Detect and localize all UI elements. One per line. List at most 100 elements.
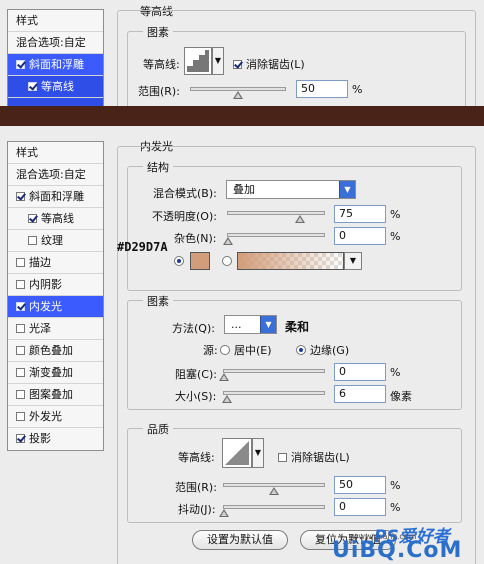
opacity-label: 不透明度(O): [152,210,217,223]
checkbox-icon[interactable] [16,280,25,289]
noise-unit: % [390,230,401,243]
slider-thumb[interactable] [295,215,305,223]
checkbox-icon[interactable] [16,192,25,201]
source-center-radio[interactable]: 居中(E) [220,342,272,358]
style-item-bevel-emboss[interactable]: 斜面和浮雕 [8,186,103,208]
style-item-contour[interactable]: 等高线 [8,76,103,98]
noise-slider[interactable] [223,233,325,245]
styles-header[interactable]: 样式 [8,10,103,32]
opacity-input[interactable]: 75 [334,205,386,223]
checkbox-icon[interactable] [16,412,25,421]
choke-input[interactable]: 0 [334,363,386,381]
styles-list: 样式 混合选项:自定 斜面和浮雕 等高线 [7,9,104,106]
checkbox-icon[interactable] [16,368,25,377]
glow-gradient-swatch[interactable] [237,252,344,270]
gradient-radio[interactable] [222,255,236,268]
technique-select[interactable]: ... ▼ [224,315,277,334]
style-item-outer-glow[interactable]: 外发光 [8,406,103,428]
size-label: 大小(S): [175,390,217,403]
blending-options-item[interactable]: 混合选项:自定 [8,32,103,54]
size-unit: 像素 [390,390,412,403]
style-item-inner-glow[interactable]: 内发光 [8,296,103,318]
contour-dropdown-button[interactable]: ▼ [252,438,264,468]
blend-mode-label: 混合模式(B): [153,187,217,200]
checkbox-icon[interactable] [233,60,242,69]
checkbox-icon[interactable] [28,82,37,91]
slider-thumb[interactable] [269,487,279,495]
jitter-slider[interactable] [219,505,325,517]
radio-icon[interactable] [222,256,232,266]
blend-mode-select[interactable]: 叠加 ▼ [226,180,356,199]
style-item-satin[interactable]: 光泽 [8,318,103,340]
opacity-slider[interactable] [227,211,325,223]
checkbox-icon[interactable] [278,453,287,462]
watermark-site: www.psahz.com [352,532,417,541]
group-title: 图素 [143,24,173,40]
styles-list: 样式 混合选项:自定 斜面和浮雕 等高线 纹理 描边 内阴影 内发光 光泽 颜色… [7,141,104,451]
slider-thumb[interactable] [223,237,233,245]
choke-slider[interactable] [219,369,325,381]
jitter-unit: % [390,501,401,514]
glow-color-swatch[interactable] [190,252,210,270]
color-annotation: #D29D7A [117,240,168,254]
checkbox-icon[interactable] [16,346,25,355]
blending-options-item[interactable]: 混合选项:自定 [8,164,103,186]
jitter-input[interactable]: 0 [334,498,386,516]
range-unit: % [352,83,363,96]
elements-title: 图素 [143,293,173,309]
range-slider[interactable] [190,87,286,99]
contour-preview[interactable] [184,47,212,75]
top-layer-style-panel: 样式 混合选项:自定 斜面和浮雕 等高线 等高线 图素 等高线: ▼ 消除锯齿(… [0,0,484,106]
color-radio[interactable] [174,255,188,268]
choke-label: 阻塞(C): [175,368,217,381]
slider-thumb[interactable] [219,373,229,381]
style-item-pattern-overlay[interactable]: 图案叠加 [8,384,103,406]
source-edge-radio[interactable]: 边缘(G) [296,342,349,358]
screenshot-divider [0,106,484,126]
jitter-label: 抖动(J): [178,503,216,516]
range-label: 范围(R): [175,481,217,494]
antialias-checkbox[interactable]: 消除锯齿(L) [278,449,350,465]
style-item-stroke[interactable]: 描边 [8,252,103,274]
style-item-gradient-overlay[interactable]: 渐变叠加 [8,362,103,384]
range-input[interactable]: 50 [296,80,348,98]
contour-preview[interactable] [222,438,252,468]
style-item-contour[interactable]: 等高线 [8,208,103,230]
gradient-dropdown-button[interactable]: ▼ [344,252,362,270]
checkbox-icon[interactable] [28,214,37,223]
style-item-color-overlay[interactable]: 颜色叠加 [8,340,103,362]
source-label: 源: [203,344,218,357]
checkbox-icon[interactable] [16,434,25,443]
slider-thumb[interactable] [219,509,229,517]
make-default-button[interactable]: 设置为默认值 [192,530,288,550]
range-slider[interactable] [223,483,325,495]
range-input[interactable]: 50 [334,476,386,494]
checkbox-icon[interactable] [28,236,37,245]
checkbox-icon[interactable] [16,390,25,399]
style-item-texture[interactable]: 纹理 [8,230,103,252]
contour-dropdown-button[interactable]: ▼ [212,47,224,75]
radio-icon[interactable] [220,345,230,355]
size-input[interactable]: 6 [334,385,386,403]
checkbox-icon[interactable] [16,258,25,267]
style-item-drop-shadow[interactable]: 投影 [8,428,103,450]
size-slider[interactable] [222,391,325,403]
checkbox-icon[interactable] [16,324,25,333]
antialias-checkbox[interactable]: 消除锯齿(L) [233,56,305,72]
style-item-bevel-emboss[interactable]: 斜面和浮雕 [8,54,103,76]
choke-unit: % [390,366,401,379]
noise-label: 杂色(N): [174,232,217,245]
radio-icon[interactable] [174,256,184,266]
checkbox-icon[interactable] [16,302,25,311]
slider-thumb[interactable] [233,91,243,99]
quality-title: 品质 [143,421,173,437]
style-item-inner-shadow[interactable]: 内阴影 [8,274,103,296]
opacity-unit: % [390,208,401,221]
contour-label: 等高线: [178,451,215,464]
slider-thumb[interactable] [222,395,232,403]
checkbox-icon[interactable] [16,60,25,69]
styles-header[interactable]: 样式 [8,142,103,164]
style-item-texture-partial[interactable] [8,98,103,106]
radio-icon[interactable] [296,345,306,355]
noise-input[interactable]: 0 [334,227,386,245]
